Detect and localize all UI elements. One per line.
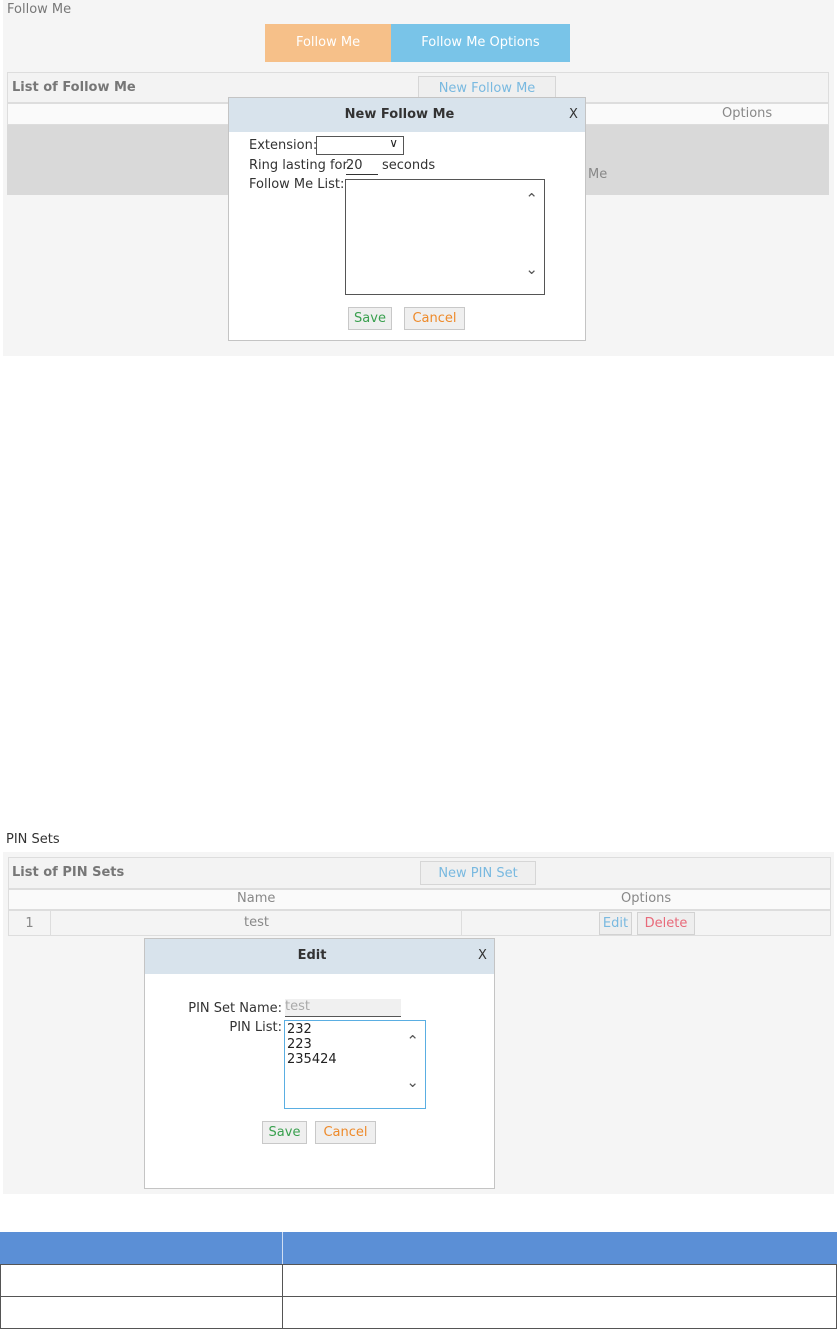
follow-me-section-title: Follow Me <box>7 2 72 17</box>
table-row <box>0 1264 837 1297</box>
pin-set-name-cell: test <box>244 915 269 930</box>
follow-me-options-column-header: Options <box>722 106 773 121</box>
close-button[interactable]: X <box>569 107 578 122</box>
chevron-down-icon: ∨ <box>389 136 398 150</box>
close-button[interactable]: X <box>478 948 487 963</box>
ring-lasting-label: Ring lasting for <box>249 158 348 173</box>
new-pin-set-button[interactable]: New PIN Set <box>420 861 536 885</box>
chevron-up-icon[interactable]: ⌃ <box>525 190 538 208</box>
pin-list-textarea[interactable]: 232 223 235424 ⌃ ⌄ <box>284 1020 426 1109</box>
save-button[interactable]: Save <box>262 1121 307 1144</box>
save-button[interactable]: Save <box>348 307 392 330</box>
tab-follow-me-options[interactable]: Follow Me Options <box>391 24 570 62</box>
tab-follow-me[interactable]: Follow Me <box>265 24 391 62</box>
pin-sets-table-header <box>8 889 831 910</box>
delete-button[interactable]: Delete <box>637 912 695 935</box>
pin-list-item: 235424 <box>287 1052 337 1067</box>
pin-sets-list-title: List of PIN Sets <box>12 865 125 880</box>
cancel-button[interactable]: Cancel <box>315 1121 376 1144</box>
pin-sets-section-title: PIN Sets <box>6 832 60 847</box>
ring-seconds-input[interactable]: 20 <box>346 158 378 175</box>
follow-me-row-partial-text: Me <box>588 167 608 182</box>
dialog-title: Edit <box>297 948 327 963</box>
chevron-up-icon[interactable]: ⌃ <box>406 1032 419 1050</box>
name-column-header: Name <box>237 891 276 906</box>
pin-set-name-label: PIN Set Name: <box>188 1001 282 1016</box>
table-row <box>0 1296 837 1329</box>
follow-me-list-box[interactable]: ⌃ ⌄ <box>345 179 545 295</box>
extension-label: Extension: <box>249 138 318 153</box>
extension-select[interactable]: ∨ <box>316 136 404 155</box>
options-column-header: Options <box>621 891 672 906</box>
chevron-down-icon[interactable]: ⌄ <box>406 1073 419 1091</box>
follow-me-list-label: Follow Me List: <box>249 177 345 192</box>
dialog-title: New Follow Me <box>344 107 455 122</box>
pin-list-label: PIN List: <box>229 1020 282 1035</box>
table-header-divider <box>282 1232 283 1265</box>
table-cell-divider <box>282 1296 283 1329</box>
row-index: 1 <box>25 916 34 931</box>
table-header <box>0 1232 837 1265</box>
chevron-down-icon[interactable]: ⌄ <box>525 260 538 278</box>
pin-list-item: 232 <box>287 1022 312 1037</box>
edit-button[interactable]: Edit <box>599 912 632 935</box>
pin-list-item: 223 <box>287 1037 312 1052</box>
follow-me-list-title: List of Follow Me <box>12 80 136 95</box>
seconds-label: seconds <box>382 158 436 173</box>
table-cell-divider <box>282 1264 283 1297</box>
cancel-button[interactable]: Cancel <box>404 307 465 330</box>
pin-set-name-input[interactable]: test <box>285 999 401 1017</box>
